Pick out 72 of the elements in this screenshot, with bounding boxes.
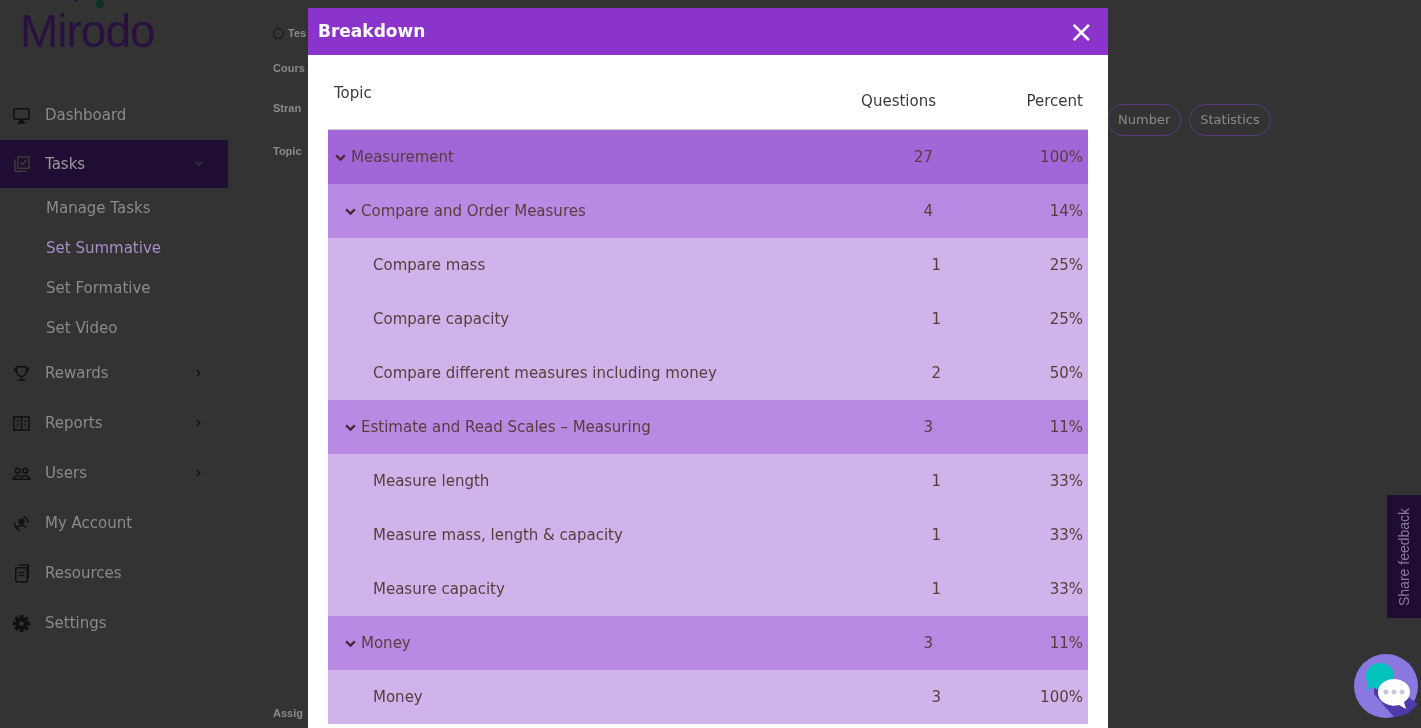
question-count: 27 bbox=[913, 147, 933, 166]
field-label: Cours bbox=[273, 61, 305, 76]
field-label: Topic bbox=[273, 144, 302, 159]
topic-cell-text: Compare mass bbox=[373, 254, 486, 276]
field-label: Stran bbox=[273, 100, 302, 116]
topic-cell-text: Compare and Order Measures bbox=[361, 200, 586, 222]
percent-cell: 100% bbox=[1040, 147, 1083, 166]
nav-label: My Account bbox=[45, 512, 134, 534]
column-header: Topic bbox=[333, 83, 373, 104]
question-count: 3 bbox=[931, 687, 941, 706]
topic-cell-text: Measurement bbox=[351, 146, 454, 168]
field-label: Assig bbox=[273, 706, 303, 721]
topic-cell-text: Estimate and Read Scales – Measuring bbox=[361, 416, 651, 438]
question-count: 2 bbox=[931, 363, 941, 382]
radio-label: Tes bbox=[288, 25, 307, 41]
question-count: 4 bbox=[923, 201, 933, 220]
modal-title: Breakdown bbox=[318, 19, 426, 43]
percent-cell: 33% bbox=[1049, 525, 1083, 544]
percent-cell: 33% bbox=[1049, 579, 1083, 598]
document-icon bbox=[12, 563, 31, 583]
percent-cell: 33% bbox=[1049, 471, 1083, 490]
percent-cell: 100% bbox=[1040, 687, 1083, 706]
nav-label: Tasks bbox=[45, 153, 87, 175]
topic-cell-text: Measure mass, length & capacity bbox=[373, 524, 623, 546]
monitor-icon bbox=[12, 105, 31, 125]
question-count: 1 bbox=[931, 579, 941, 598]
percent-cell: 11% bbox=[1049, 417, 1083, 436]
sidebar-item[interactable]: Tasks bbox=[0, 140, 228, 188]
topic-cell-text: Money bbox=[373, 686, 423, 708]
gear-icon bbox=[12, 613, 31, 633]
percent-cell: 14% bbox=[1049, 201, 1083, 220]
question-count: 3 bbox=[923, 417, 933, 436]
nav-label: Resources bbox=[45, 562, 123, 584]
column-header: Percent bbox=[1025, 91, 1084, 112]
sidebar-item[interactable]: Dashboard bbox=[0, 90, 228, 140]
percent-cell: 11% bbox=[1049, 633, 1083, 652]
nav-label: Dashboard bbox=[45, 104, 128, 126]
question-count: 1 bbox=[931, 309, 941, 328]
sidebar-item[interactable]: My Account bbox=[0, 498, 228, 548]
question-count: 1 bbox=[931, 255, 941, 274]
submenu-item[interactable]: Set Formative bbox=[0, 268, 228, 308]
question-count: 1 bbox=[931, 471, 941, 490]
topic-cell-text: Compare different measures including money bbox=[373, 362, 717, 384]
close-button[interactable]: × bbox=[1064, 16, 1098, 47]
checklist-icon bbox=[12, 154, 31, 174]
question-count: 1 bbox=[931, 525, 941, 544]
trophy-icon bbox=[12, 363, 31, 383]
user-cycle-icon bbox=[12, 513, 31, 533]
share-feedback-tab[interactable]: Share feedback bbox=[1387, 495, 1421, 618]
sidebar-item[interactable]: Reports bbox=[0, 398, 228, 448]
sidebar-item[interactable]: Users bbox=[0, 448, 228, 498]
nav-label: Users bbox=[45, 462, 88, 484]
topic-cell-text: Money bbox=[361, 632, 411, 654]
topic-cell-text: Compare capacity bbox=[373, 308, 510, 330]
percent-cell: 25% bbox=[1049, 255, 1083, 274]
report-icon bbox=[12, 413, 31, 433]
sidebar-item[interactable]: Rewards bbox=[0, 348, 228, 398]
question-count: 3 bbox=[923, 633, 933, 652]
sidebar-item[interactable]: Resources bbox=[0, 548, 228, 598]
nav-label: Reports bbox=[45, 412, 104, 434]
chat-bubbles-icon[interactable] bbox=[1354, 654, 1418, 718]
submenu-item[interactable]: Manage Tasks bbox=[0, 188, 228, 228]
nav-label: Settings bbox=[45, 612, 108, 634]
topic-cell-text: Measure capacity bbox=[373, 578, 505, 600]
column-header: Questions bbox=[860, 91, 936, 112]
topic-cell-text: Measure length bbox=[373, 470, 490, 492]
submenu-item[interactable]: Set Summative bbox=[0, 228, 228, 268]
submenu-item[interactable]: Set Video bbox=[0, 308, 228, 348]
sidebar-item[interactable]: Settings bbox=[0, 598, 228, 648]
nav-label: Rewards bbox=[45, 362, 110, 384]
percent-cell: 50% bbox=[1049, 363, 1083, 382]
percent-cell: 25% bbox=[1049, 309, 1083, 328]
